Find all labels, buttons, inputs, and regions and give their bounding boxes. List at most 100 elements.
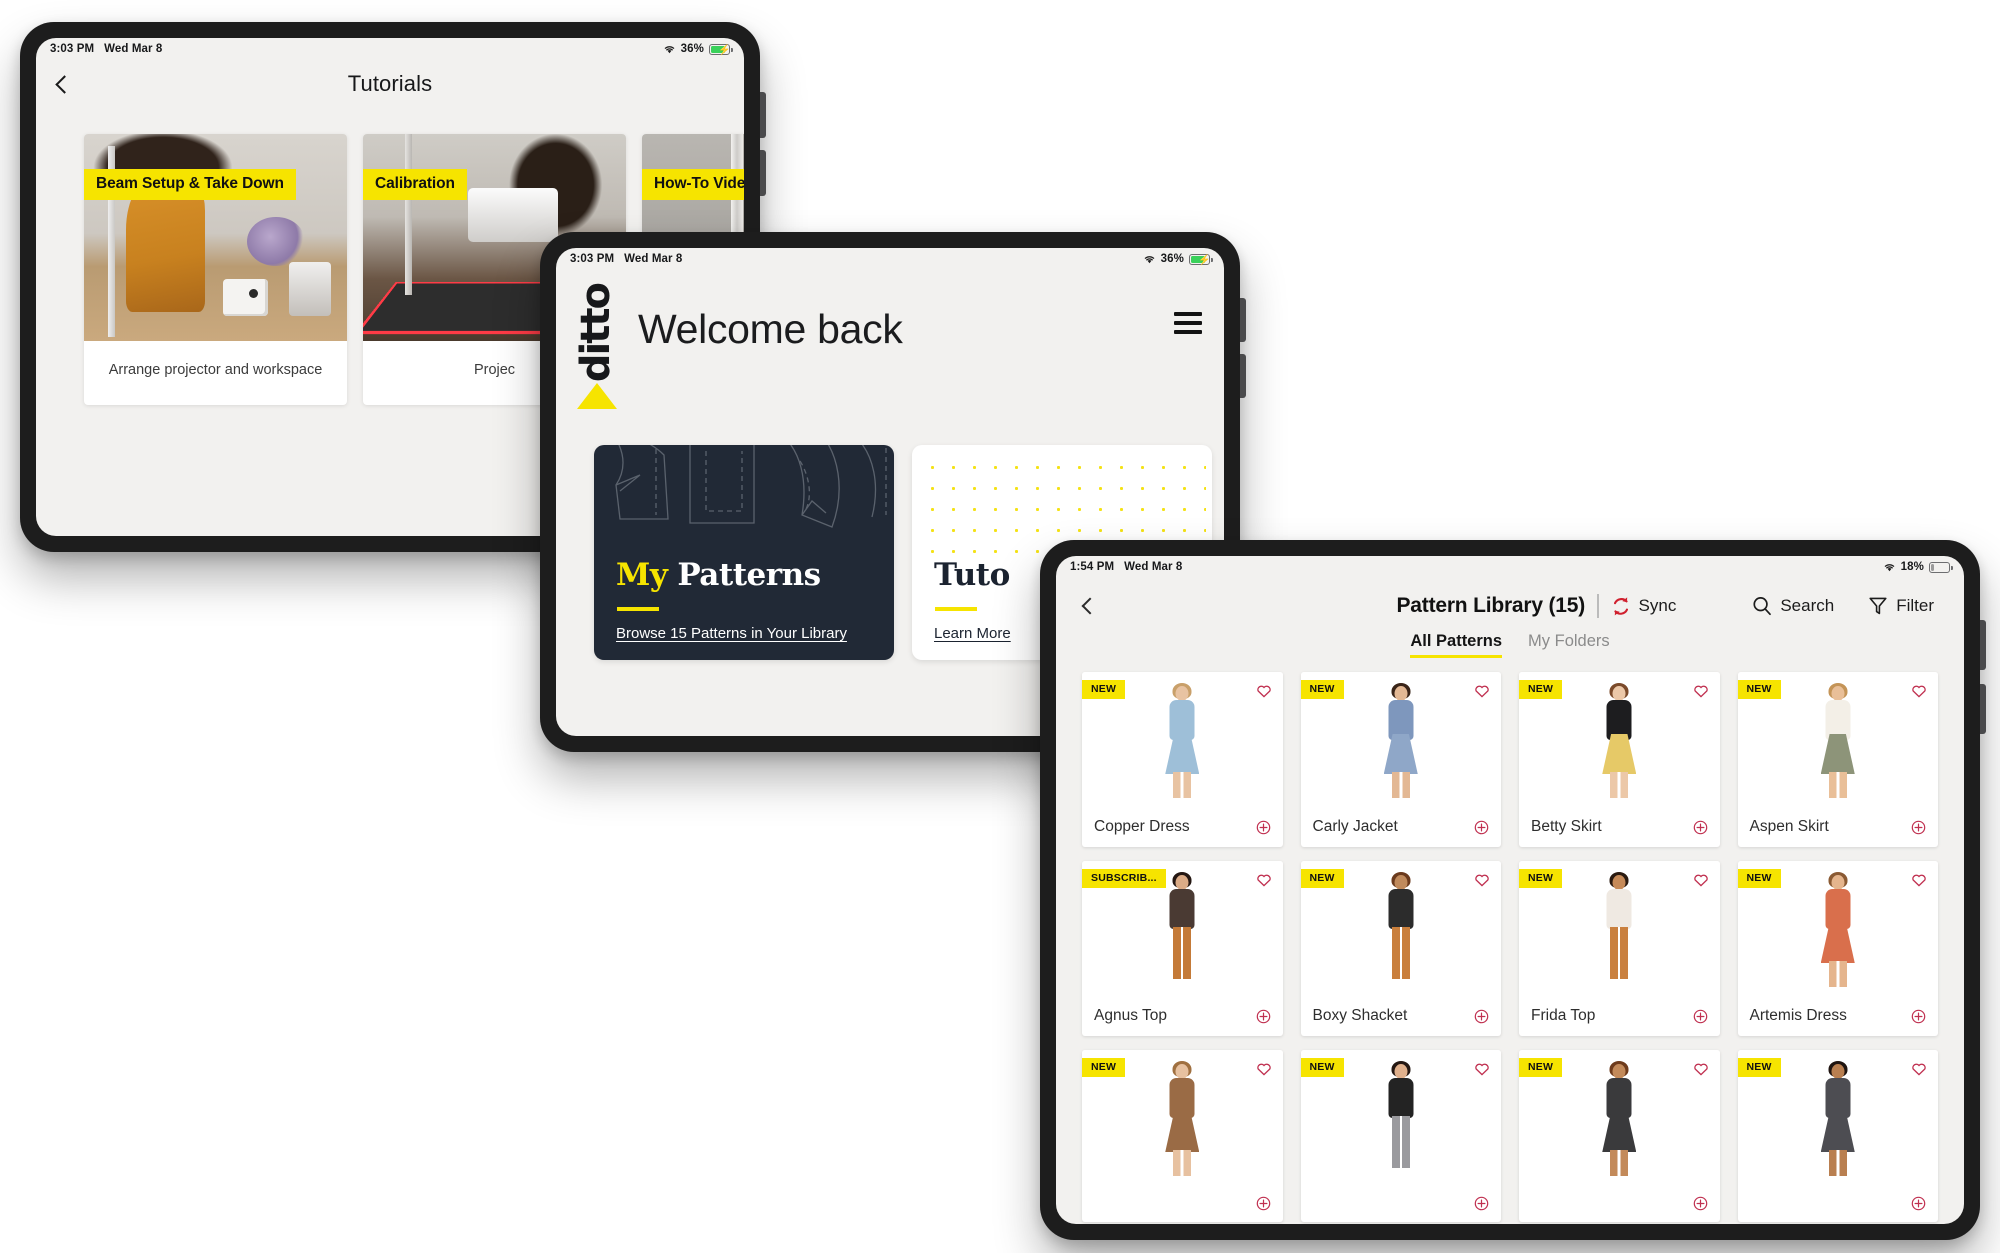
search-button[interactable]: Search — [1752, 596, 1834, 616]
sync-button[interactable]: Sync — [1611, 596, 1676, 617]
pattern-card[interactable]: NEW Artemis Dress — [1737, 861, 1938, 1036]
model-illustration — [1815, 683, 1861, 804]
favorite-heart-icon[interactable] — [1911, 872, 1927, 887]
favorite-heart-icon[interactable] — [1693, 683, 1709, 698]
pattern-card[interactable]: NEW Frida Top — [1519, 861, 1720, 1036]
model-illustration — [1159, 683, 1205, 804]
status-time: 3:03 PM — [570, 253, 615, 265]
pattern-footer — [1738, 1188, 1939, 1222]
pattern-card[interactable]: NEW Aspen Skirt — [1737, 672, 1938, 847]
tab-all-patterns[interactable]: All Patterns — [1410, 632, 1502, 658]
pattern-card[interactable]: NEW — [1082, 1050, 1283, 1222]
model-illustration — [1378, 1061, 1424, 1182]
favorite-heart-icon[interactable] — [1693, 1061, 1709, 1076]
model-legs — [1828, 1150, 1847, 1176]
showcase-stage: 3:03 PM Wed Mar 8 36% ⚡ Tutorials Beam S… — [0, 0, 2000, 1253]
search-icon — [1753, 597, 1772, 616]
pattern-card[interactable]: NEW Betty Skirt — [1519, 672, 1720, 847]
home-card-link[interactable]: Learn More — [934, 625, 1011, 642]
tablet-side-button[interactable] — [760, 92, 766, 138]
greeting-title: Welcome back — [638, 306, 903, 352]
filter-label: Filter — [1896, 596, 1934, 615]
status-date: Wed Mar 8 — [1124, 561, 1183, 573]
projector-cone-icon — [577, 383, 617, 410]
favorite-heart-icon[interactable] — [1693, 872, 1709, 887]
add-pattern-icon[interactable] — [1256, 1009, 1271, 1024]
status-time: 1:54 PM — [1070, 561, 1115, 573]
pattern-card[interactable]: NEW Boxy Shacket — [1300, 861, 1501, 1036]
model-head — [1831, 686, 1845, 701]
model-skirt — [1820, 734, 1855, 774]
pattern-badge: NEW — [1519, 680, 1563, 699]
sync-refresh-icon — [1613, 596, 1628, 615]
page-title: Pattern Library (15) — [1396, 594, 1586, 617]
add-pattern-icon[interactable] — [1474, 1009, 1489, 1024]
model-skirt — [1165, 734, 1200, 774]
home-card-link[interactable]: Browse 15 Patterns in Your Library — [616, 625, 847, 642]
favorite-heart-icon[interactable] — [1256, 683, 1272, 698]
wifi-icon — [1144, 256, 1154, 264]
pattern-name: Artemis Dress — [1749, 1007, 1847, 1024]
wifi-icon — [1884, 564, 1894, 572]
tablet-side-button-2[interactable] — [1240, 354, 1246, 398]
filter-button[interactable]: Filter — [1868, 596, 1934, 616]
model-skirt — [1165, 1112, 1200, 1152]
add-pattern-icon[interactable] — [1693, 1009, 1708, 1024]
add-pattern-icon[interactable] — [1911, 820, 1926, 835]
home-card-title: Tuto — [934, 557, 1010, 593]
library-nav: Pattern Library (15) Sync Search Filter — [1056, 578, 1964, 630]
model-pants — [1391, 1116, 1410, 1168]
battery-icon — [1929, 561, 1953, 573]
model-skirt — [1602, 1112, 1637, 1152]
hamburger-menu-icon[interactable] — [1174, 312, 1202, 334]
add-pattern-icon[interactable] — [1474, 820, 1489, 835]
add-pattern-icon[interactable] — [1911, 1196, 1926, 1211]
model-illustration — [1815, 872, 1861, 993]
home-card-rule — [935, 607, 977, 612]
add-pattern-icon[interactable] — [1911, 1009, 1926, 1024]
tablet-side-button[interactable] — [1980, 620, 1986, 670]
favorite-heart-icon[interactable] — [1474, 1061, 1490, 1076]
add-pattern-icon[interactable] — [1256, 820, 1271, 835]
tablet-side-button-2[interactable] — [1980, 684, 1986, 734]
status-bar: 3:03 PM Wed Mar 8 36% ⚡ — [556, 248, 1224, 270]
back-chevron-icon[interactable] — [1081, 597, 1099, 615]
tablet-side-button[interactable] — [1240, 298, 1246, 342]
pattern-badge: SUBSCRIB... — [1082, 869, 1166, 888]
favorite-heart-icon[interactable] — [1474, 683, 1490, 698]
model-illustration — [1378, 872, 1424, 993]
battery-icon: ⚡ — [709, 43, 733, 56]
add-pattern-icon[interactable] — [1256, 1196, 1271, 1211]
model-legs — [1610, 1150, 1629, 1176]
favorite-heart-icon[interactable] — [1256, 872, 1272, 887]
wifi-icon — [664, 46, 674, 54]
favorite-heart-icon[interactable] — [1911, 1061, 1927, 1076]
tablet-side-button-2[interactable] — [760, 150, 766, 196]
pattern-card[interactable]: NEW — [1737, 1050, 1939, 1222]
photo-shelf — [289, 262, 332, 317]
pattern-card[interactable]: SUBSCRIB... Agnus Top — [1082, 861, 1283, 1036]
favorite-heart-icon[interactable] — [1474, 872, 1490, 887]
model-top — [1169, 889, 1195, 929]
pattern-badge: NEW — [1737, 680, 1781, 699]
model-skirt — [1383, 734, 1418, 774]
pattern-card[interactable]: NEW — [1300, 1050, 1501, 1222]
status-bar: 3:03 PM Wed Mar 8 36% ⚡ — [36, 38, 744, 60]
pattern-card[interactable]: NEW — [1519, 1050, 1720, 1222]
home-card-title-rest: Patterns — [677, 557, 821, 594]
favorite-heart-icon[interactable] — [1256, 1061, 1272, 1076]
tab-my-folders[interactable]: My Folders — [1528, 632, 1610, 658]
favorite-heart-icon[interactable] — [1911, 683, 1927, 698]
add-pattern-icon[interactable] — [1693, 1196, 1708, 1211]
home-card-my-patterns[interactable]: My Patterns Browse 15 Patterns in Your Li… — [594, 445, 894, 661]
tutorial-card-beam-setup[interactable]: Beam Setup & Take Down Arrange projector… — [84, 134, 347, 405]
pattern-card[interactable]: NEW Carly Jacket — [1300, 672, 1501, 847]
pattern-badge: NEW — [1082, 1058, 1126, 1077]
pattern-thumbnail: NEW — [1519, 672, 1720, 810]
pattern-badge: NEW — [1737, 869, 1781, 888]
add-pattern-icon[interactable] — [1474, 1196, 1489, 1211]
home-header: ditto Welcome back — [556, 270, 1224, 410]
model-top — [1606, 889, 1632, 929]
pattern-card[interactable]: NEW Copper Dress — [1082, 672, 1283, 847]
add-pattern-icon[interactable] — [1693, 820, 1708, 835]
